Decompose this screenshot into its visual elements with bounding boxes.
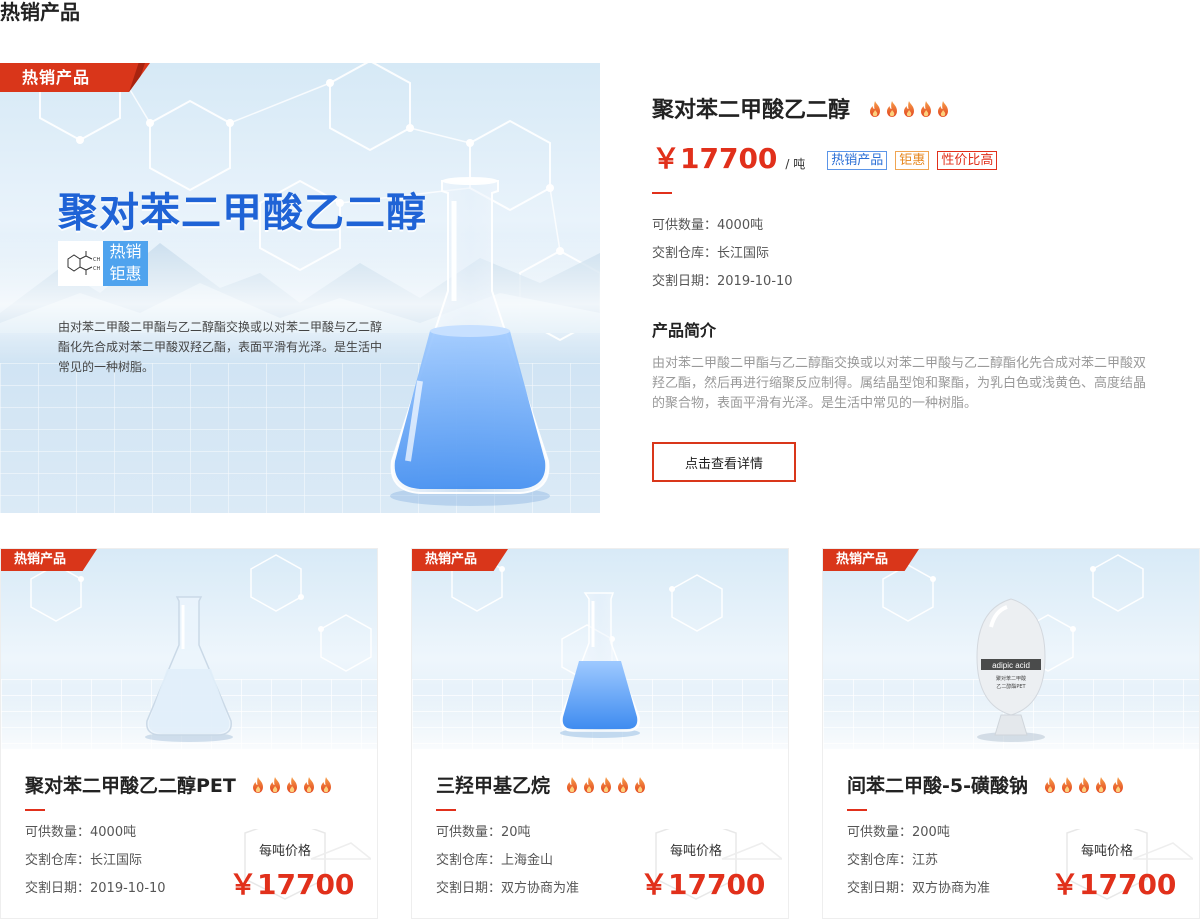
flame-icon — [868, 101, 882, 117]
card-price: ￥17700 — [1051, 868, 1177, 901]
divider-dash — [25, 809, 45, 811]
hot-ribbon: 热销产品 — [823, 549, 919, 571]
card-warehouse: 交割仓库：长江国际 — [25, 853, 143, 868]
featured-delivery-date: 交割日期：2019-10-10 — [652, 274, 793, 289]
bottle-label: adipic acid — [992, 661, 1030, 670]
badge-tags: 热销 钜惠 — [103, 241, 148, 286]
flame-icon — [936, 101, 950, 117]
flame-icon — [919, 101, 933, 117]
hot-ribbon: 热销产品 — [0, 63, 150, 92]
flame-icon — [1077, 777, 1091, 793]
divider-dash — [652, 192, 672, 194]
card-name-text: 间苯二甲酸-5-磺酸钠 — [847, 775, 1028, 797]
product-card[interactable]: 热销产品 聚对苯二甲酸乙二醇PET 可供数量：4000吨 交割仓库：长江国际 交… — [0, 548, 378, 919]
price-label: 每吨价格 — [258, 844, 311, 859]
card-name-text: 聚对苯二甲酸乙二醇PET — [25, 775, 236, 797]
featured-warehouse: 交割仓库：长江国际 — [652, 246, 770, 261]
badge-discount: 钜惠 — [109, 264, 142, 283]
card-image[interactable] — [412, 549, 788, 749]
featured-badge: CH CH 热销 钜惠 — [58, 241, 148, 286]
card-supply: 可供数量：4000吨 — [25, 825, 137, 840]
flame-icon — [902, 101, 916, 117]
svg-text:CH: CH — [93, 257, 100, 263]
product-card[interactable]: 热销产品 三羟甲基乙烷 可供数量：20吨 交割仓库：上海金山 交割日期：双方协商… — [411, 548, 789, 919]
card-supply: 可供数量：20吨 — [436, 825, 531, 840]
flame-icon — [268, 777, 282, 793]
tag-discount: 钜惠 — [895, 151, 930, 170]
bottle-label: 聚对苯二甲酸 — [996, 675, 1026, 682]
flame-icon — [1111, 777, 1125, 793]
flame-icon — [1094, 777, 1108, 793]
card-price: ￥17700 — [640, 868, 766, 901]
featured-price: ￥17700 — [652, 142, 778, 175]
flame-icon — [582, 777, 596, 793]
heat-rating — [1043, 777, 1125, 793]
flame-icon — [599, 777, 613, 793]
bottle-label: 乙二醇酯PET — [996, 683, 1026, 690]
card-price-box: 每吨价格 ￥17700 — [632, 829, 782, 919]
hot-ribbon: 热销产品 — [412, 549, 508, 571]
card-delivery-date: 交割日期：双方协商为准 — [847, 881, 991, 896]
featured-supply: 可供数量：4000吨 — [652, 218, 764, 233]
flame-icon — [885, 101, 899, 117]
card-warehouse: 交割仓库：上海金山 — [436, 853, 554, 868]
heat-rating — [565, 777, 647, 793]
flame-icon — [319, 777, 333, 793]
card-delivery-date: 交割日期：2019-10-10 — [25, 881, 166, 896]
flame-icon — [302, 777, 316, 793]
card-price-box: 每吨价格 ￥17700 — [221, 829, 371, 919]
intro-text: 由对苯二甲酸二甲酯与乙二醇酯交换或以对苯二甲酸与乙二醇酯化先合成对苯二甲酸双羟乙… — [652, 356, 1147, 411]
card-delivery-date: 交割日期：双方协商为准 — [436, 881, 580, 896]
card-price: ￥17700 — [229, 868, 355, 901]
badge-hot: 热销 — [109, 242, 142, 261]
section-title: 热销产品 — [0, 0, 80, 24]
featured-name-text: 聚对苯二甲酸乙二醇 — [652, 98, 851, 123]
flask-icon — [145, 596, 233, 742]
intro-title: 产品简介 — [652, 321, 717, 340]
featured-price-row: ￥17700 / 吨 热销产品 钜惠 性价比高 — [652, 137, 998, 177]
price-label: 每吨价格 — [1080, 844, 1133, 859]
flame-icon — [251, 777, 265, 793]
product-card[interactable]: adipic acid 聚对苯二甲酸 乙二醇酯PET 热销产品 间苯二甲酸-5-… — [822, 548, 1200, 919]
flame-icon — [565, 777, 579, 793]
molecule-icon: CH CH — [58, 241, 103, 286]
flame-icon — [633, 777, 647, 793]
card-image[interactable] — [1, 549, 377, 749]
divider-dash — [847, 809, 867, 811]
heat-rating — [868, 101, 950, 117]
card-warehouse: 交割仓库：江苏 — [847, 853, 939, 868]
tag-value: 性价比高 — [937, 151, 998, 170]
flask-icon — [560, 592, 640, 738]
flame-icon — [285, 777, 299, 793]
price-unit: / 吨 — [785, 157, 806, 171]
card-name-text: 三羟甲基乙烷 — [436, 775, 551, 797]
flame-icon — [1043, 777, 1057, 793]
price-label: 每吨价格 — [669, 844, 722, 859]
card-product-name[interactable]: 聚对苯二甲酸乙二醇PET — [25, 771, 333, 798]
divider-dash — [436, 809, 456, 811]
featured-image-description: 由对苯二甲酸二甲酯与乙二醇酯交换或以对苯二甲酸与乙二醇酯化先合成对苯二甲酸双羟乙… — [58, 320, 383, 374]
featured-product-name[interactable]: 聚对苯二甲酸乙二醇 — [652, 92, 950, 124]
card-product-name[interactable]: 间苯二甲酸-5-磺酸钠 — [847, 771, 1125, 798]
heat-rating — [251, 777, 333, 793]
flame-icon — [616, 777, 630, 793]
card-price-box: 每吨价格 ￥17700 — [1043, 829, 1193, 919]
flask-icon — [390, 177, 550, 506]
view-details-button[interactable]: 点击查看详情 — [652, 442, 796, 482]
hot-ribbon: 热销产品 — [1, 549, 97, 571]
svg-text:CH: CH — [93, 266, 100, 272]
card-image[interactable]: adipic acid 聚对苯二甲酸 乙二醇酯PET — [823, 549, 1199, 749]
flame-icon — [1060, 777, 1074, 793]
card-product-name[interactable]: 三羟甲基乙烷 — [436, 771, 647, 798]
featured-product-image[interactable]: 热销产品 聚对苯二甲酸乙二醇 CH CH 热销 钜惠 由对苯二甲酸二甲酯与乙二醇… — [0, 63, 600, 513]
tag-hot-product: 热销产品 — [827, 151, 888, 170]
bottle-icon: adipic acid 聚对苯二甲酸 乙二醇酯PET — [976, 598, 1046, 742]
card-supply: 可供数量：200吨 — [847, 825, 950, 840]
featured-headline: 聚对苯二甲酸乙二醇 — [58, 190, 427, 236]
